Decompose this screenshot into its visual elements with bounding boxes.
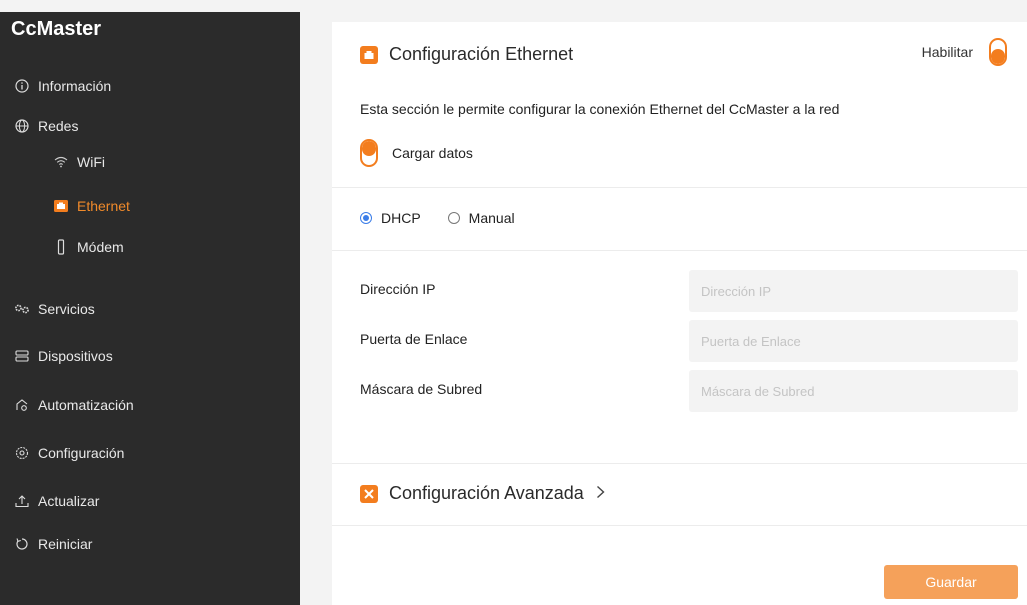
sidebar-item-informacion[interactable]: Información — [13, 75, 111, 97]
sidebar-item-label: Actualizar — [38, 493, 100, 509]
ip-address-label: Dirección IP — [360, 281, 436, 297]
devices-icon — [13, 347, 31, 365]
enable-label: Habilitar — [921, 44, 973, 60]
sidebar-item-label: Ethernet — [77, 198, 130, 214]
gear-icon — [13, 444, 31, 462]
ip-mode-radio-group: DHCP Manual — [360, 210, 542, 226]
save-button[interactable]: Guardar — [884, 565, 1018, 599]
ethernet-config-panel: Configuración Ethernet Habilitar Esta se… — [332, 22, 1027, 605]
divider — [332, 250, 1027, 251]
load-data-toggle[interactable] — [360, 139, 378, 167]
sidebar-item-label: Módem — [77, 239, 124, 255]
gears-icon — [13, 300, 31, 318]
sidebar-item-label: Información — [38, 78, 112, 94]
sidebar-item-label: WiFi — [77, 154, 105, 170]
globe-icon — [13, 117, 31, 135]
radio-dot — [447, 212, 460, 224]
sidebar-item-ethernet[interactable]: Ethernet — [52, 195, 130, 217]
page-title: Configuración Ethernet — [389, 44, 574, 64]
enable-control: Habilitar — [922, 38, 1007, 66]
brand-title: CcMaster — [11, 18, 102, 40]
info-icon — [13, 77, 31, 95]
ethernet-icon — [52, 197, 70, 215]
sidebar: CcMaster Información Redes WiFi Ethernet… — [0, 12, 300, 605]
enable-toggle[interactable] — [989, 38, 1007, 66]
modem-icon — [52, 238, 70, 256]
section-description: Esta sección le permite configurar la co… — [360, 101, 840, 117]
sidebar-item-servicios[interactable]: Servicios — [13, 298, 95, 320]
sidebar-item-actualizar[interactable]: Actualizar — [13, 490, 99, 512]
sidebar-item-redes[interactable]: Redes — [13, 115, 78, 137]
sidebar-item-label: Dispositivos — [38, 348, 113, 364]
sidebar-item-automatizacion[interactable]: Automatización — [13, 394, 134, 416]
manual-label: Manual — [468, 210, 515, 226]
sidebar-item-label: Redes — [38, 118, 79, 134]
subnet-mask-label: Máscara de Subred — [360, 381, 483, 397]
manual-radio[interactable]: Manual — [447, 210, 515, 226]
ethernet-icon — [360, 45, 378, 64]
restart-icon — [13, 535, 31, 553]
sidebar-item-dispositivos[interactable]: Dispositivos — [13, 345, 113, 367]
automation-icon — [13, 396, 31, 414]
sidebar-item-modem[interactable]: Módem — [52, 236, 124, 258]
gateway-label: Puerta de Enlace — [360, 331, 468, 347]
gateway-input[interactable] — [689, 320, 1018, 362]
wifi-icon — [52, 153, 70, 171]
sidebar-item-wifi[interactable]: WiFi — [52, 151, 105, 173]
dhcp-label: DHCP — [381, 210, 421, 226]
subnet-mask-input[interactable] — [689, 370, 1018, 412]
advanced-config-toggle[interactable]: Configuración Avanzada — [360, 483, 605, 504]
load-data-label: Cargar datos — [392, 145, 473, 161]
tools-icon — [360, 484, 378, 503]
chevron-right-icon — [596, 483, 605, 504]
advanced-config-label: Configuración Avanzada — [389, 483, 584, 503]
sidebar-item-label: Automatización — [38, 397, 134, 413]
divider — [332, 525, 1027, 526]
load-data-control: Cargar datos — [360, 139, 473, 167]
ip-address-input[interactable] — [689, 270, 1018, 312]
sidebar-item-label: Reiniciar — [38, 536, 93, 552]
sidebar-item-label: Configuración — [38, 445, 125, 461]
divider — [332, 463, 1027, 464]
section-header: Configuración Ethernet — [360, 44, 573, 65]
upload-icon — [13, 492, 31, 510]
radio-dot — [360, 212, 372, 224]
dhcp-radio[interactable]: DHCP — [360, 210, 421, 226]
sidebar-item-reiniciar[interactable]: Reiniciar — [13, 533, 92, 555]
sidebar-item-label: Servicios — [38, 301, 95, 317]
divider — [332, 187, 1027, 188]
sidebar-item-configuracion[interactable]: Configuración — [13, 442, 124, 464]
